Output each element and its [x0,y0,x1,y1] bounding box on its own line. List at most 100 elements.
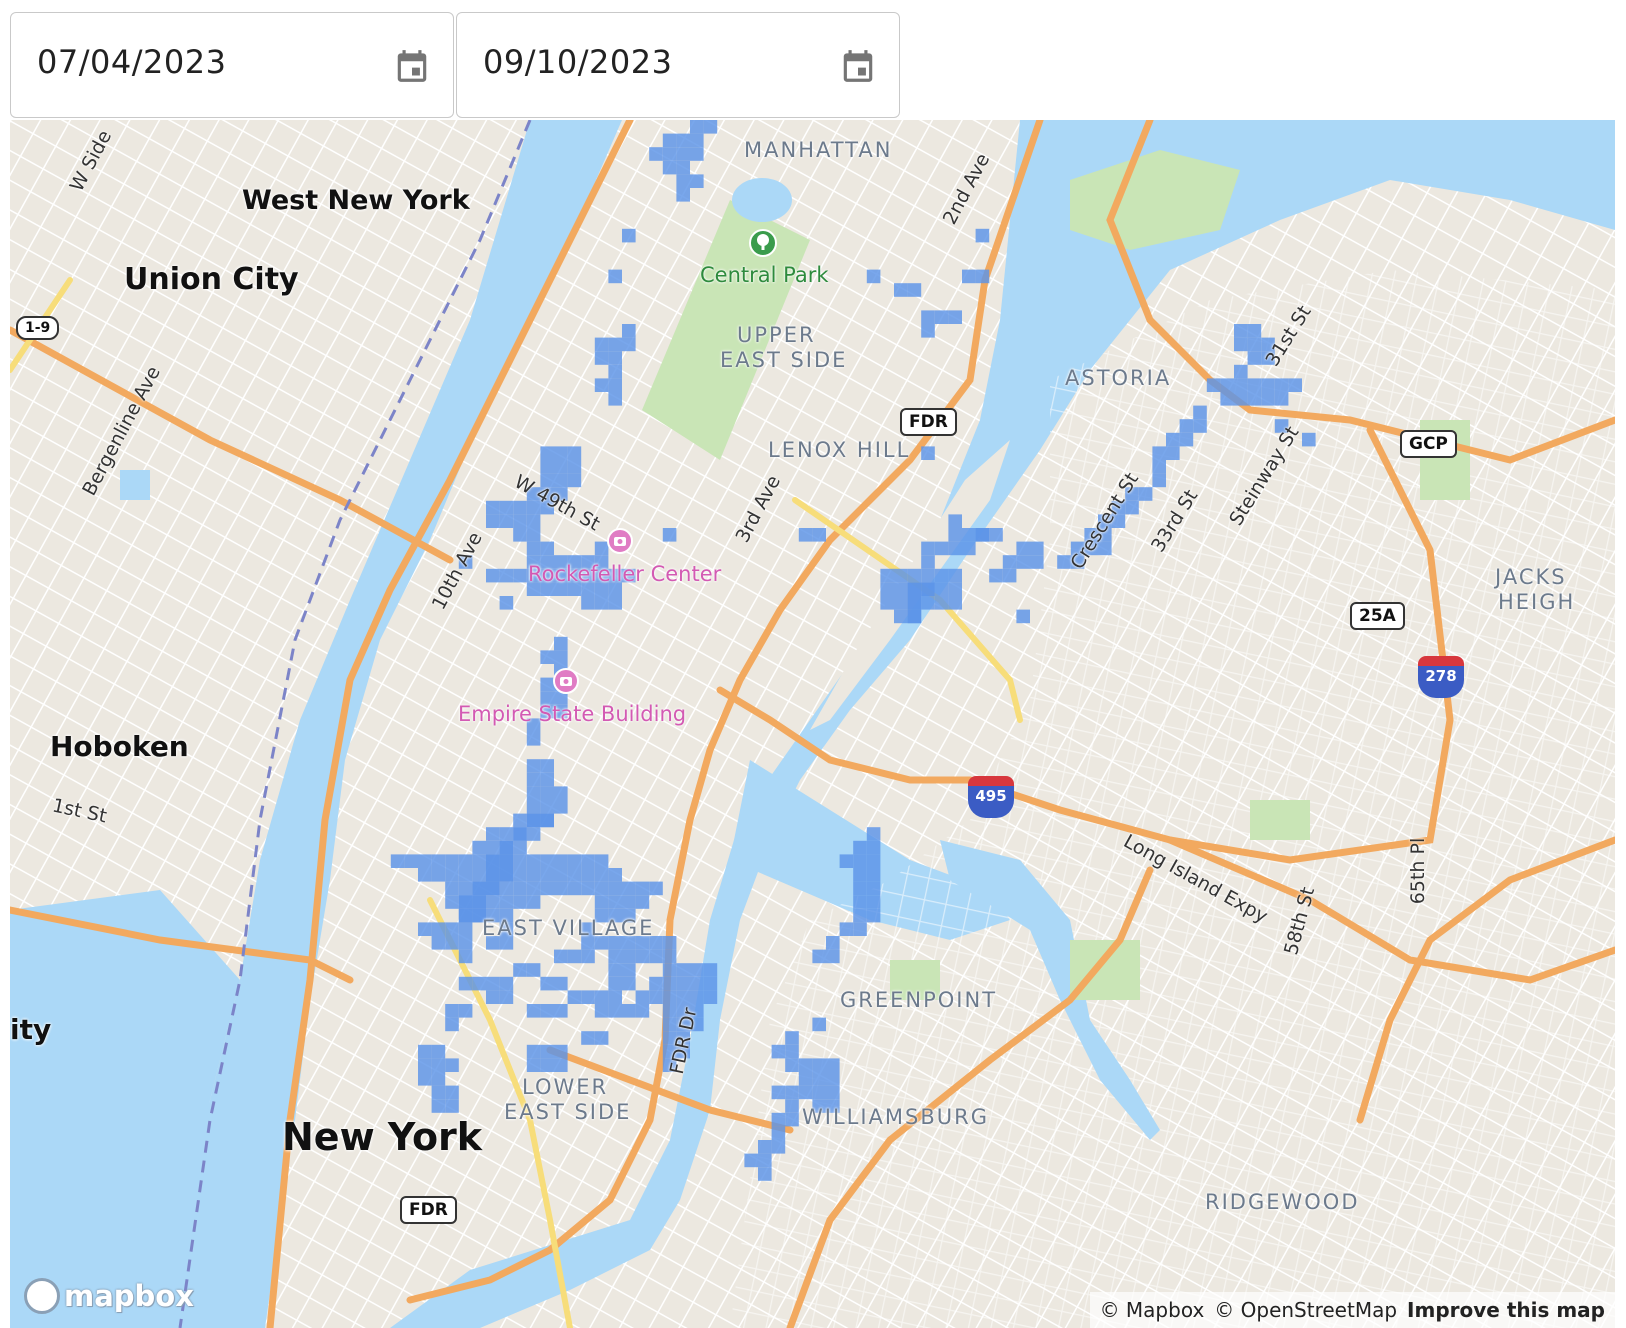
heatmap-cell [676,990,690,1004]
heatmap-cell [853,895,867,909]
heatmap-cell [662,963,677,977]
label-lenox-hill: LENOX HILL [768,438,911,462]
heatmap-cell [921,568,935,583]
heatmap-cell [594,1004,609,1018]
heatmap-cell [526,514,541,528]
heatmap-cell [826,936,840,950]
heatmap-cell [486,990,500,1004]
heatmap-cell [499,895,514,909]
heatmap-cell [1138,487,1153,501]
heatmap-cell [513,500,527,515]
heatmap-cell [594,895,609,909]
label-lower: LOWER [522,1075,609,1099]
heatmap-cell [948,568,962,583]
heatmap-cell [1288,378,1302,392]
heatmap-cell [921,582,935,596]
heatmap-cell [934,568,949,583]
heatmap-cell [608,990,622,1004]
heatmap-cell [662,949,677,964]
mapbox-logo[interactable]: mapbox [24,1278,194,1314]
heatmap-cell [948,582,962,596]
heatmap-cell [513,568,527,583]
heatmap-cell [866,908,881,923]
heatmap-cell [486,514,500,528]
heatmap-cell [907,283,922,297]
heatmap-cell [622,324,636,338]
label-jersey-city-partial: ity [10,1013,52,1046]
heatmap-cell [445,1099,459,1113]
heatmap-cell [812,1072,826,1086]
heatmap-cell [513,813,527,828]
heatmap-cell [894,582,908,596]
heatmap-cell [472,881,486,896]
heatmap-cell [921,596,935,610]
label-east-village: EAST VILLAGE [482,916,655,940]
heatmap-cell [1016,609,1030,624]
map-canvas[interactable]: West New York Union City Hoboken New Yor… [10,120,1615,1328]
heatmap-cell [1166,446,1180,460]
heatmap-cell [894,596,908,610]
heatmap-cell [1302,432,1316,447]
heatmap-cell [785,1112,799,1127]
heatmap-cell [526,895,541,909]
calendar-icon[interactable] [839,44,877,88]
heatmap-cell [445,868,459,882]
heatmap-cell [798,1072,813,1086]
attribution-mapbox-link[interactable]: © Mapbox [1100,1298,1205,1322]
heatmap-cell [554,949,568,964]
heatmap-cell [540,1004,554,1018]
heatmap-cell [554,976,568,991]
heatmap-cell [649,990,663,1004]
end-date-value[interactable]: 09/10/2023 [483,43,672,81]
heatmap-cell [608,337,622,352]
heatmap-cell [812,1058,826,1072]
heatmap-cell [839,922,854,936]
improve-map-link[interactable]: Improve this map [1407,1298,1605,1322]
heatmap-cell [567,881,582,896]
heatmap-cell [526,732,541,746]
heatmap-cell [608,269,622,284]
heatmap-cell [431,854,446,868]
heatmap-cell [1152,446,1166,460]
heatmap-cell [771,1044,786,1059]
heatmap-cell [1274,378,1289,392]
heatmap-cell [594,351,609,365]
heatmap-cell [866,895,881,909]
heatmap-cell [907,568,922,583]
heatmap-cell [540,1044,554,1059]
heatmap-cell [499,854,514,868]
heatmap-cell [540,881,554,896]
heatmap-cell [921,555,935,569]
start-date-value[interactable]: 07/04/2023 [37,43,226,81]
end-date-field[interactable]: 09/10/2023 [456,12,900,118]
heatmap-cell [1274,392,1289,406]
heatmap-cell [662,1004,677,1018]
heatmap-cell [445,895,459,909]
heatmap-cell [526,528,541,542]
heatmap-cell [635,895,650,909]
heatmap-cell [581,868,595,882]
calendar-icon[interactable] [393,44,431,88]
heatmap-cell [622,337,636,352]
start-date-field[interactable]: 07/04/2023 [10,12,454,118]
heatmap-cell [921,446,935,460]
attribution-osm-link[interactable]: © OpenStreetMap [1214,1298,1397,1322]
heatmap-cell [513,895,527,909]
heatmap-cell [826,1058,840,1072]
heatmap-cell [567,460,582,474]
route-shield-us-1-9: 1-9 [16,316,60,340]
heatmap-cell [445,881,459,896]
heatmap-cell [486,854,500,868]
heatmap-cell [758,1140,772,1154]
heatmap-cell [486,827,500,841]
heatmap-cell [975,269,990,284]
heatmap-cell [676,976,690,991]
heatmap-cell [608,895,622,909]
heatmap-cell [594,596,609,610]
heatmap-cell [690,990,704,1004]
heatmap-cell [581,990,595,1004]
heatmap-cell [431,1058,446,1072]
label-williamsburg: WILLIAMSBURG [802,1105,990,1129]
heatmap-cell [907,596,922,610]
heatmap-cell [567,854,582,868]
